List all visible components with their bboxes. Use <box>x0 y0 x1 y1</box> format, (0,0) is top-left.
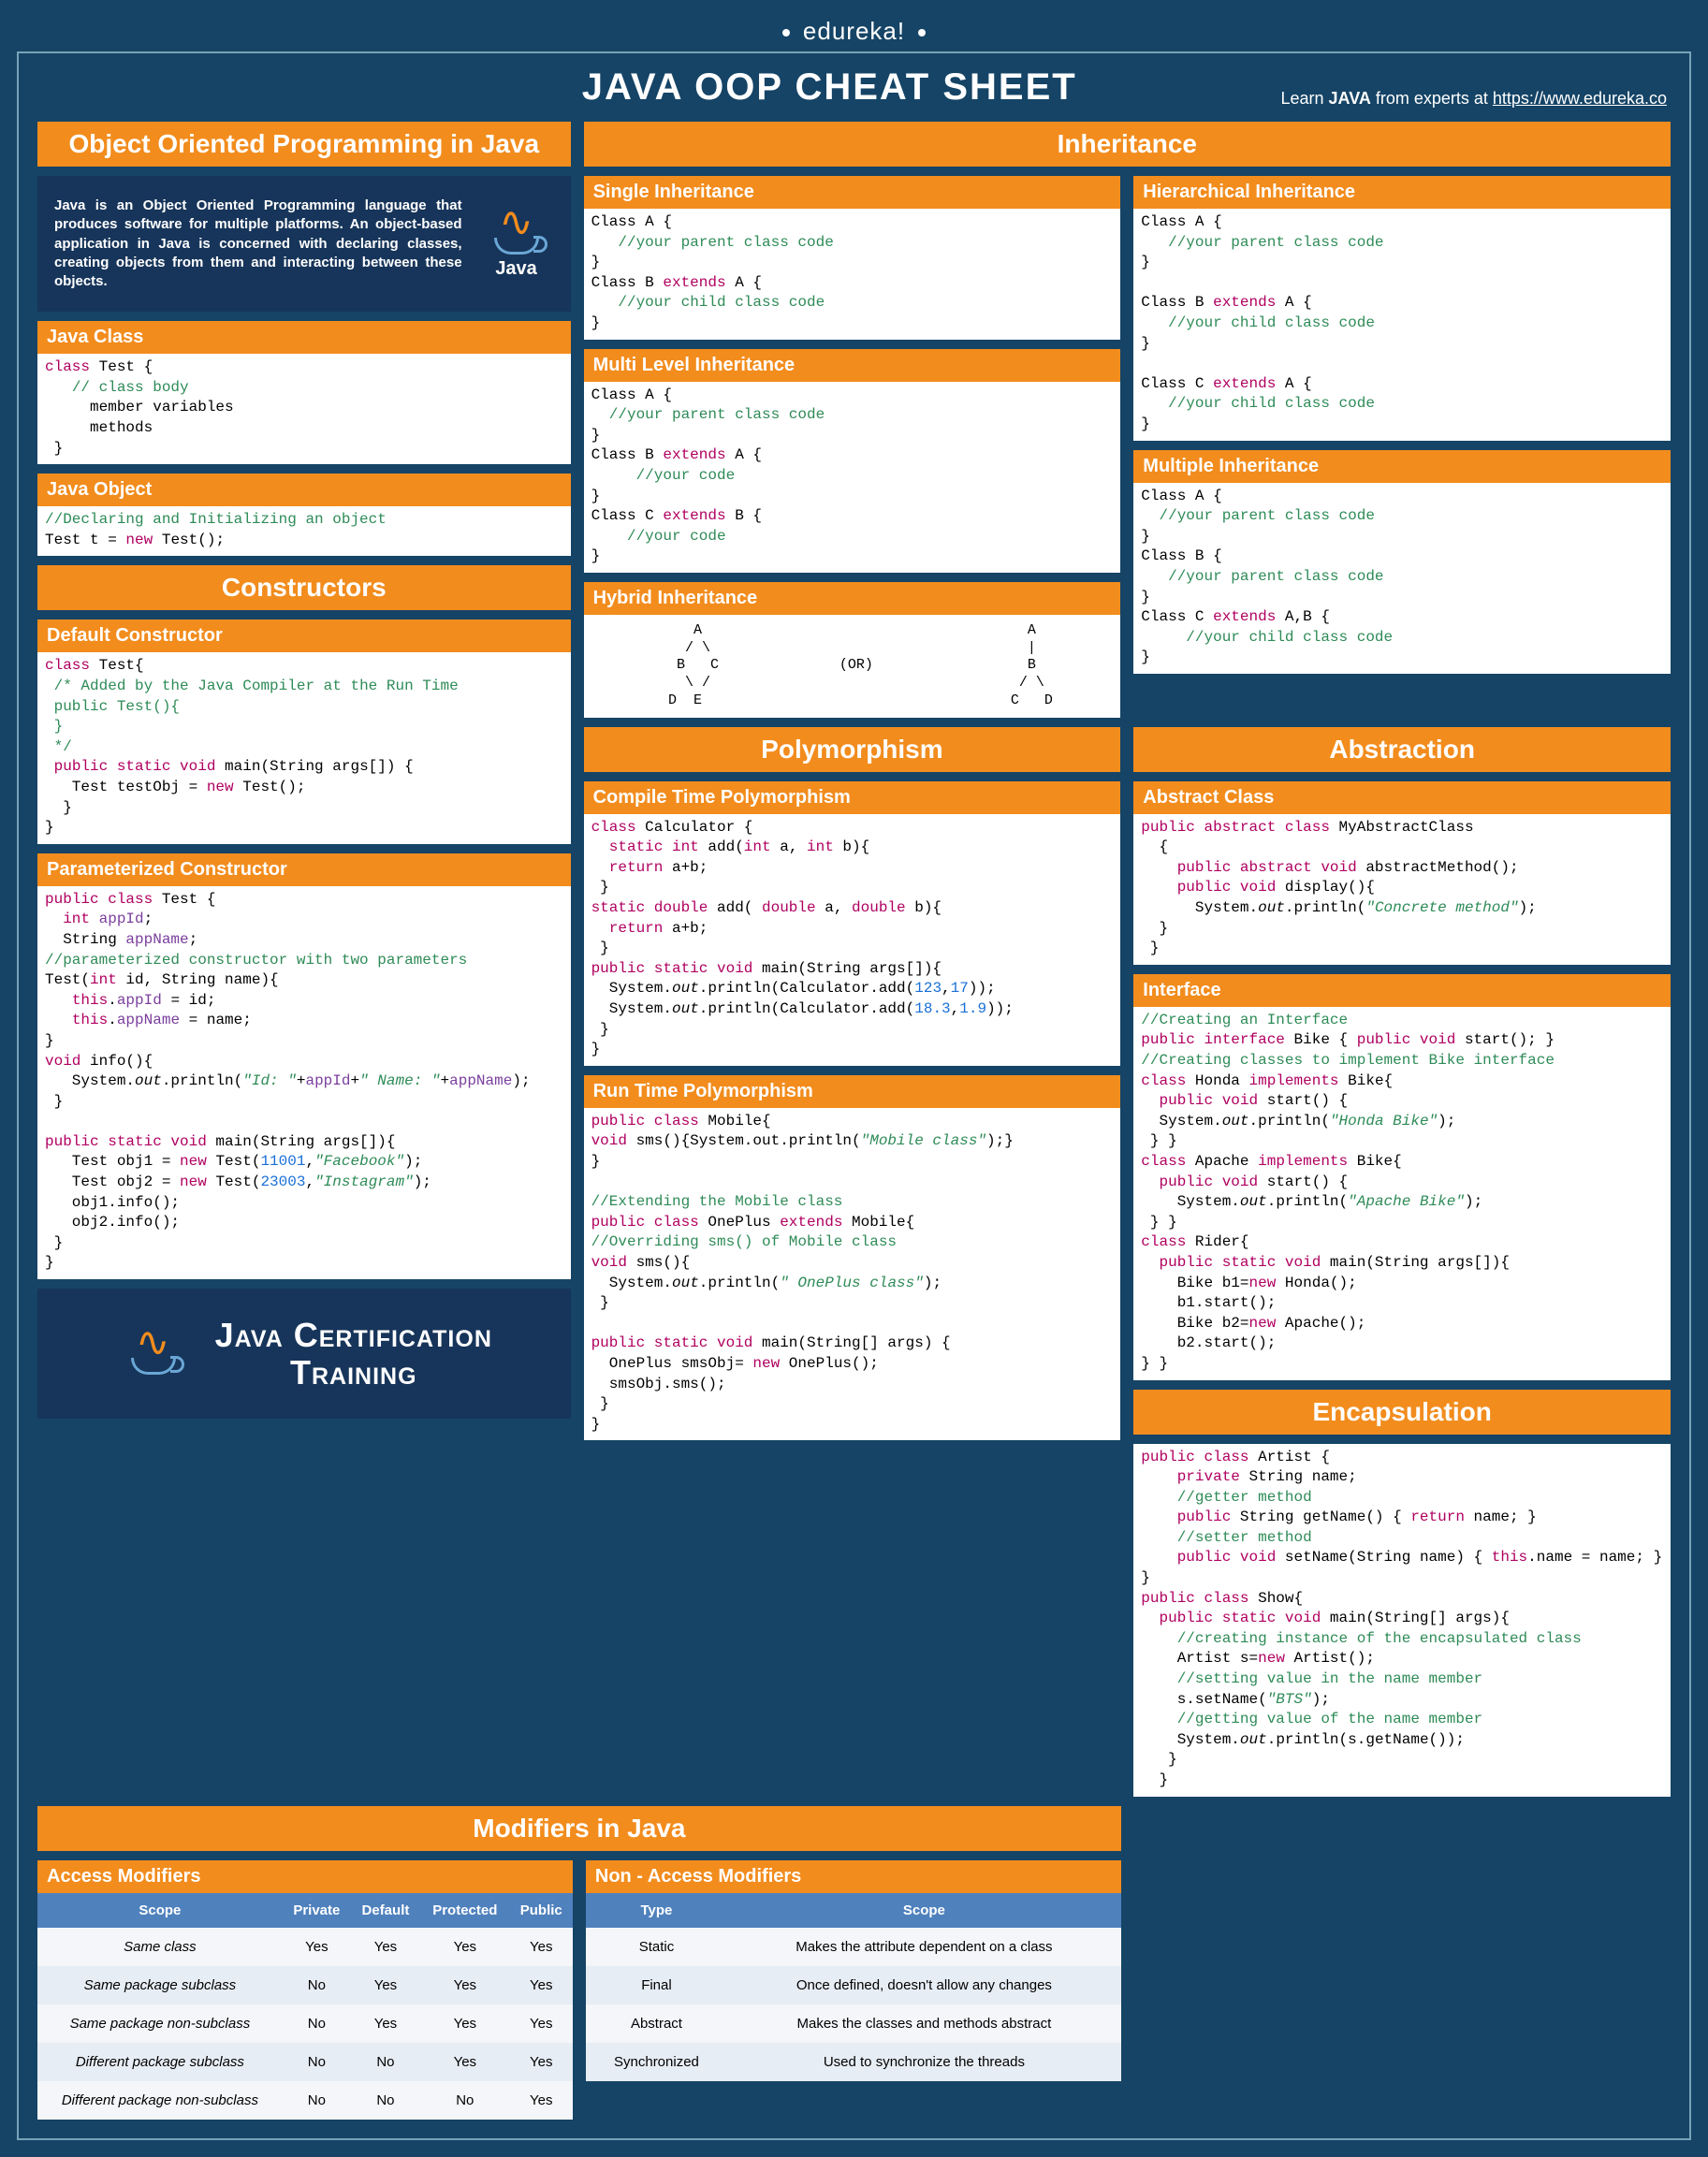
sub-hybrid-inh: Hybrid Inheritance <box>584 582 1121 615</box>
code-multi-level: Class A { //your parent class code } Cla… <box>584 382 1121 573</box>
intro-panel: Java is an Object Oriented Programming l… <box>37 176 571 312</box>
code-default-ctor: class Test{ /* Added by the Java Compile… <box>37 652 571 843</box>
sub-abstract-class: Abstract Class <box>1133 781 1671 814</box>
code-encapsulation: public class Artist { private String nam… <box>1133 1444 1671 1797</box>
hdr-modifiers: Modifiers in Java <box>37 1806 1121 1851</box>
java-logo-icon-2: ∿ <box>116 1329 191 1378</box>
learn-link[interactable]: https://www.edureka.co <box>1493 89 1667 108</box>
sub-runtime-poly: Run Time Polymorphism <box>584 1075 1121 1108</box>
sub-java-object: Java Object <box>37 474 571 506</box>
sub-single-inh: Single Inheritance <box>584 176 1121 209</box>
code-interface: //Creating an Interface public interface… <box>1133 1007 1671 1380</box>
hdr-encapsulation: Encapsulation <box>1133 1390 1671 1435</box>
code-runtime-poly: public class Mobile{ void sms(){System.o… <box>584 1108 1121 1441</box>
sub-hier-inh: Hierarchical Inheritance <box>1133 176 1671 209</box>
sub-non-access-mod: Non - Access Modifiers <box>586 1860 1121 1893</box>
code-hier-inh: Class A { //your parent class code } Cla… <box>1133 209 1671 441</box>
hdr-oop-java: Object Oriented Programming in Java <box>37 122 571 167</box>
code-compile-poly: class Calculator { static int add(int a,… <box>584 814 1121 1066</box>
hdr-abstraction: Abstraction <box>1133 727 1671 772</box>
java-logo-icon: ∿ Java <box>479 197 554 291</box>
cert-banner: ∿ Java CertificationTraining <box>37 1289 571 1419</box>
sub-interface: Interface <box>1133 974 1671 1007</box>
code-param-ctor: public class Test { int appId; String ap… <box>37 886 571 1279</box>
hdr-polymorphism: Polymorphism <box>584 727 1121 772</box>
code-abstract-class: public abstract class MyAbstractClass { … <box>1133 814 1671 965</box>
table-non-access-modifiers: Type Scope StaticMakes the attribute dep… <box>586 1893 1121 2081</box>
table-access-modifiers: Scope Private Default Protected Public S… <box>37 1893 573 2120</box>
sub-multi-level: Multi Level Inheritance <box>584 349 1121 382</box>
code-single-inh: Class A { //your parent class code } Cla… <box>584 209 1121 340</box>
hdr-inheritance: Inheritance <box>584 122 1671 167</box>
diagram-hybrid: A / \ B C \ / D E (OR) A | B / \ C D <box>584 615 1121 718</box>
code-java-object: //Declaring and Initializing an object T… <box>37 506 571 556</box>
sub-default-ctor: Default Constructor <box>37 619 571 652</box>
brand-name: edureka! <box>803 17 905 45</box>
hdr-constructors: Constructors <box>37 565 571 610</box>
sub-java-class: Java Class <box>37 321 571 354</box>
sub-param-ctor: Parameterized Constructor <box>37 853 571 886</box>
sub-multiple-inh: Multiple Inheritance <box>1133 450 1671 483</box>
sub-compile-poly: Compile Time Polymorphism <box>584 781 1121 814</box>
code-multiple-inh: Class A { //your parent class code } Cla… <box>1133 483 1671 674</box>
learn-cta: Learn JAVA from experts at https://www.e… <box>1280 89 1667 109</box>
page-frame: JAVA OOP CHEAT SHEET Learn JAVA from exp… <box>17 51 1691 2140</box>
intro-text: Java is an Object Oriented Programming l… <box>54 197 462 291</box>
sub-access-mod: Access Modifiers <box>37 1860 573 1893</box>
page-title: JAVA OOP CHEAT SHEET <box>41 66 1280 109</box>
code-java-class: class Test { // class body member variab… <box>37 354 571 464</box>
